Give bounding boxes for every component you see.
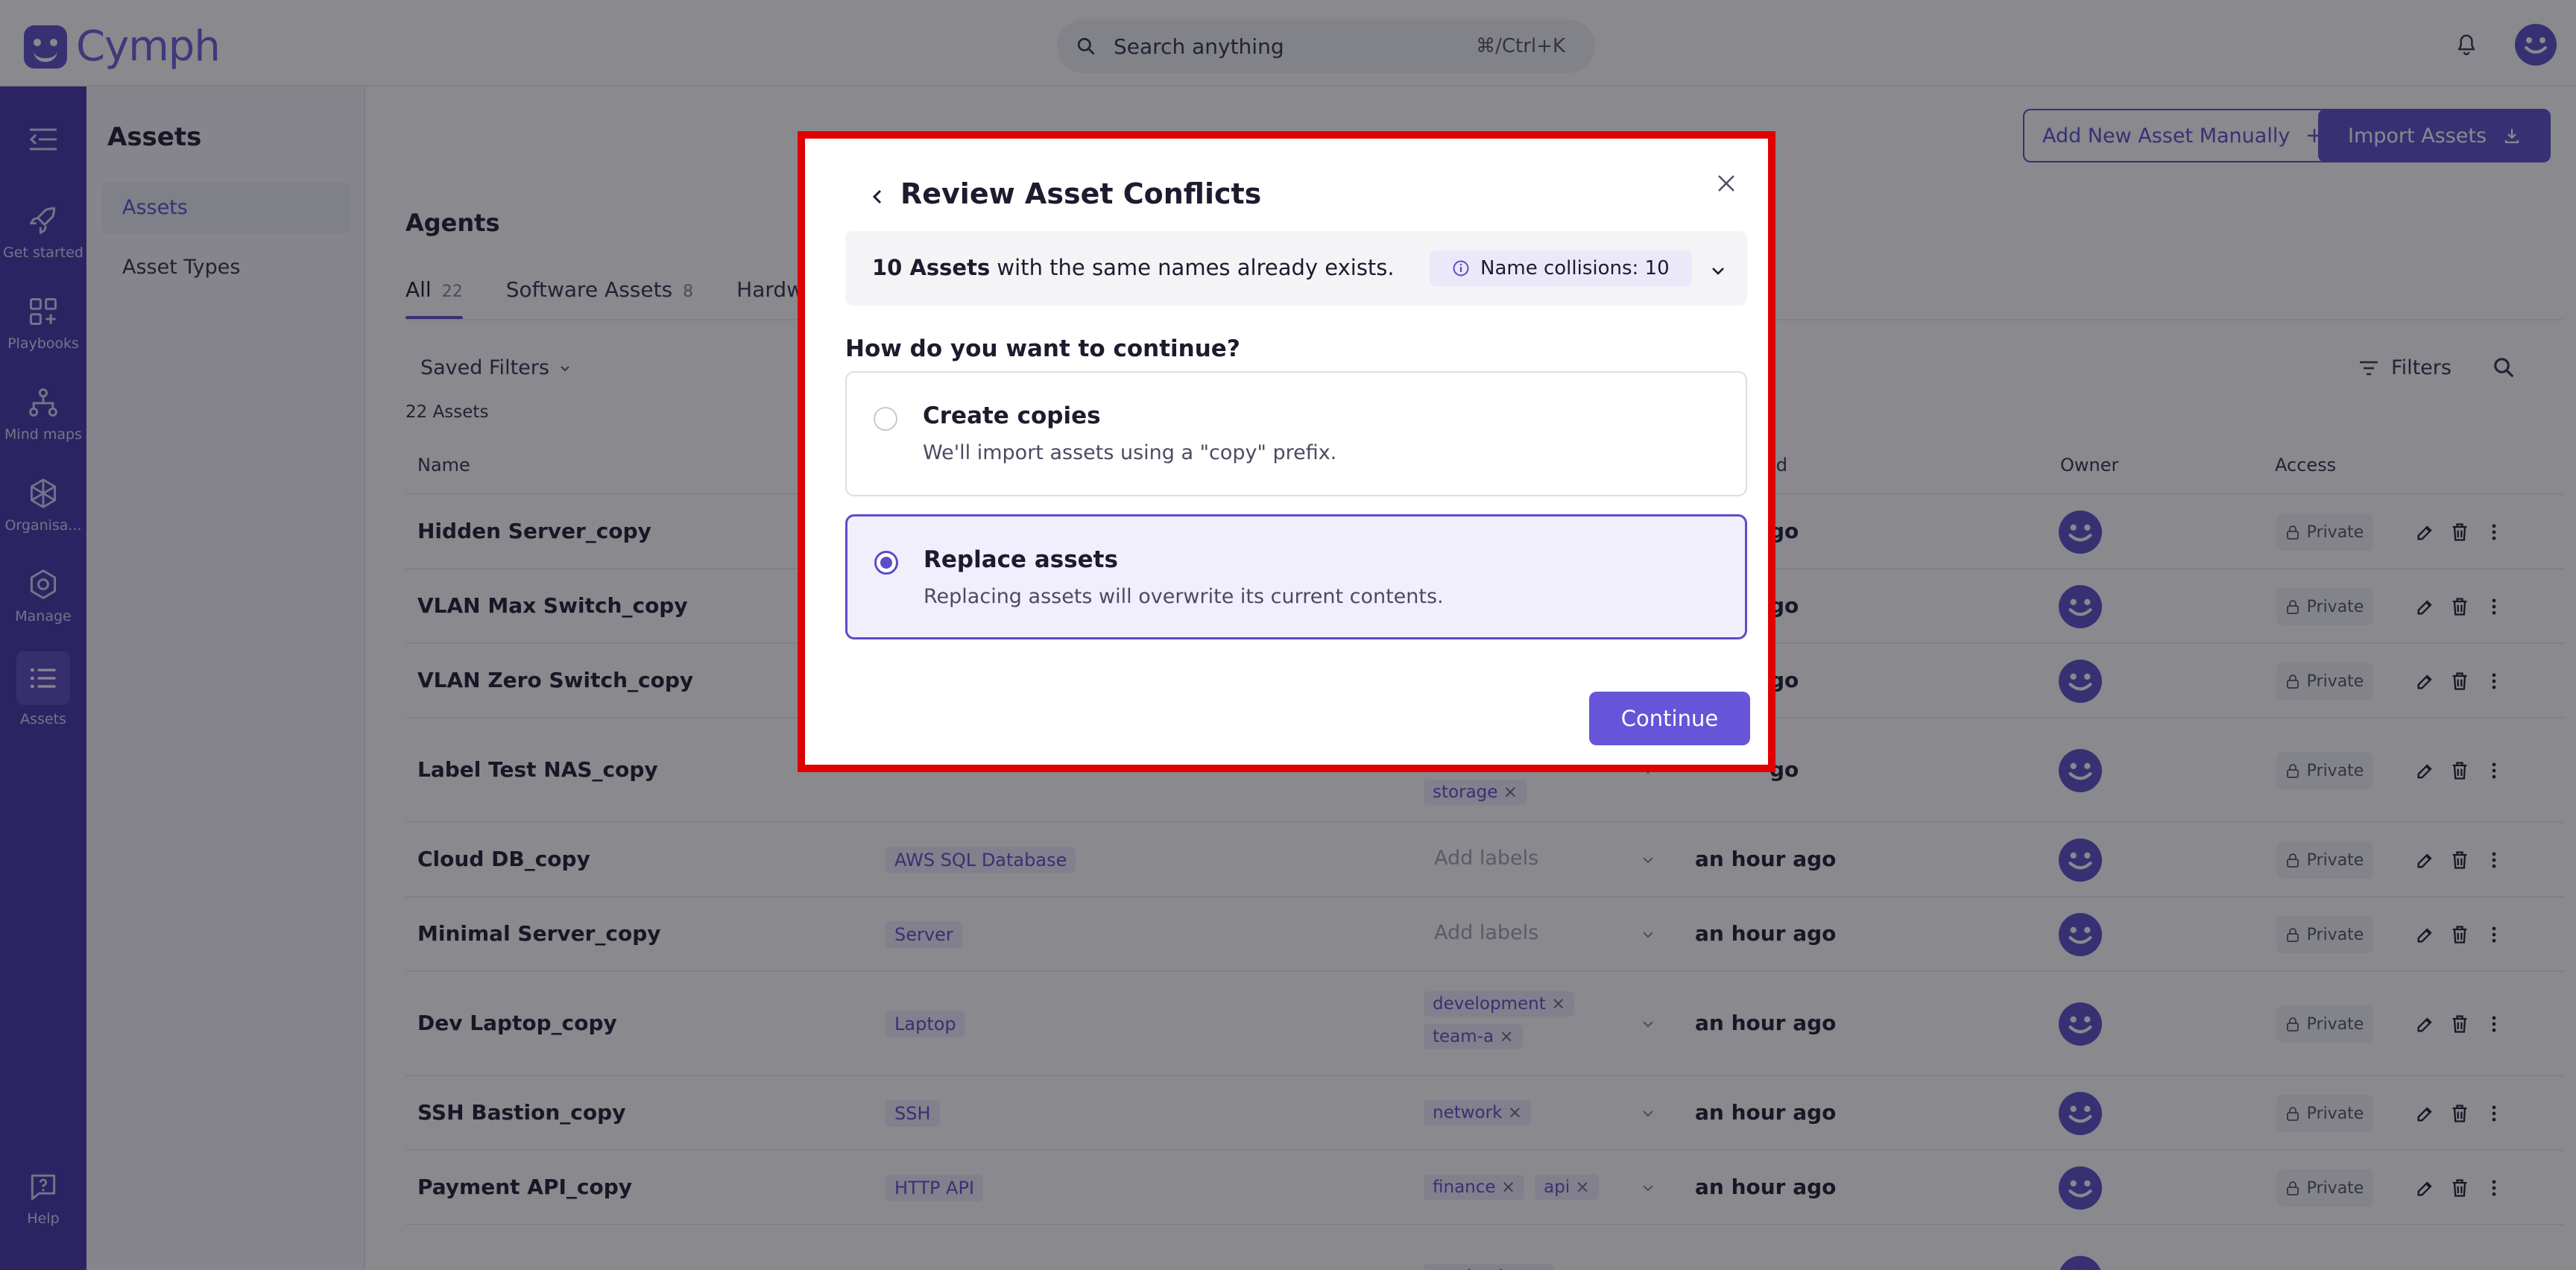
radio-replace-assets[interactable] — [874, 551, 898, 575]
continue-button[interactable]: Continue — [1589, 692, 1750, 745]
close-icon[interactable] — [1714, 171, 1738, 195]
chevron-left-icon[interactable] — [868, 186, 888, 207]
conflict-summary-text: 10 Assets with the same names already ex… — [872, 255, 1395, 280]
option-title: Replace assets — [924, 546, 1118, 573]
option-create-copies[interactable]: Create copies We'll import assets using … — [845, 371, 1747, 496]
chevron-down-icon[interactable] — [1708, 261, 1728, 280]
collision-badge: Name collisions: 10 — [1430, 250, 1692, 286]
option-title: Create copies — [923, 402, 1101, 429]
option-replace-assets[interactable]: Replace assets Replacing assets will ove… — [845, 514, 1747, 639]
modal-title: Review Asset Conflicts — [900, 177, 1262, 210]
radio-create-copies[interactable] — [874, 407, 897, 431]
conflict-summary[interactable]: 10 Assets with the same names already ex… — [845, 231, 1747, 306]
review-conflicts-modal: Review Asset Conflicts 10 Assets with th… — [814, 148, 1759, 756]
conflict-count: 10 Assets — [872, 255, 991, 280]
option-description: We'll import assets using a "copy" prefi… — [923, 441, 1337, 464]
modal-highlight-frame: Review Asset Conflicts 10 Assets with th… — [798, 131, 1775, 772]
continue-question: How do you want to continue? — [845, 335, 1240, 362]
info-icon — [1453, 260, 1469, 277]
conflict-message: with the same names already exists. — [990, 255, 1395, 280]
collision-badge-text: Name collisions: 10 — [1480, 257, 1670, 279]
option-description: Replacing assets will overwrite its curr… — [924, 585, 1444, 608]
